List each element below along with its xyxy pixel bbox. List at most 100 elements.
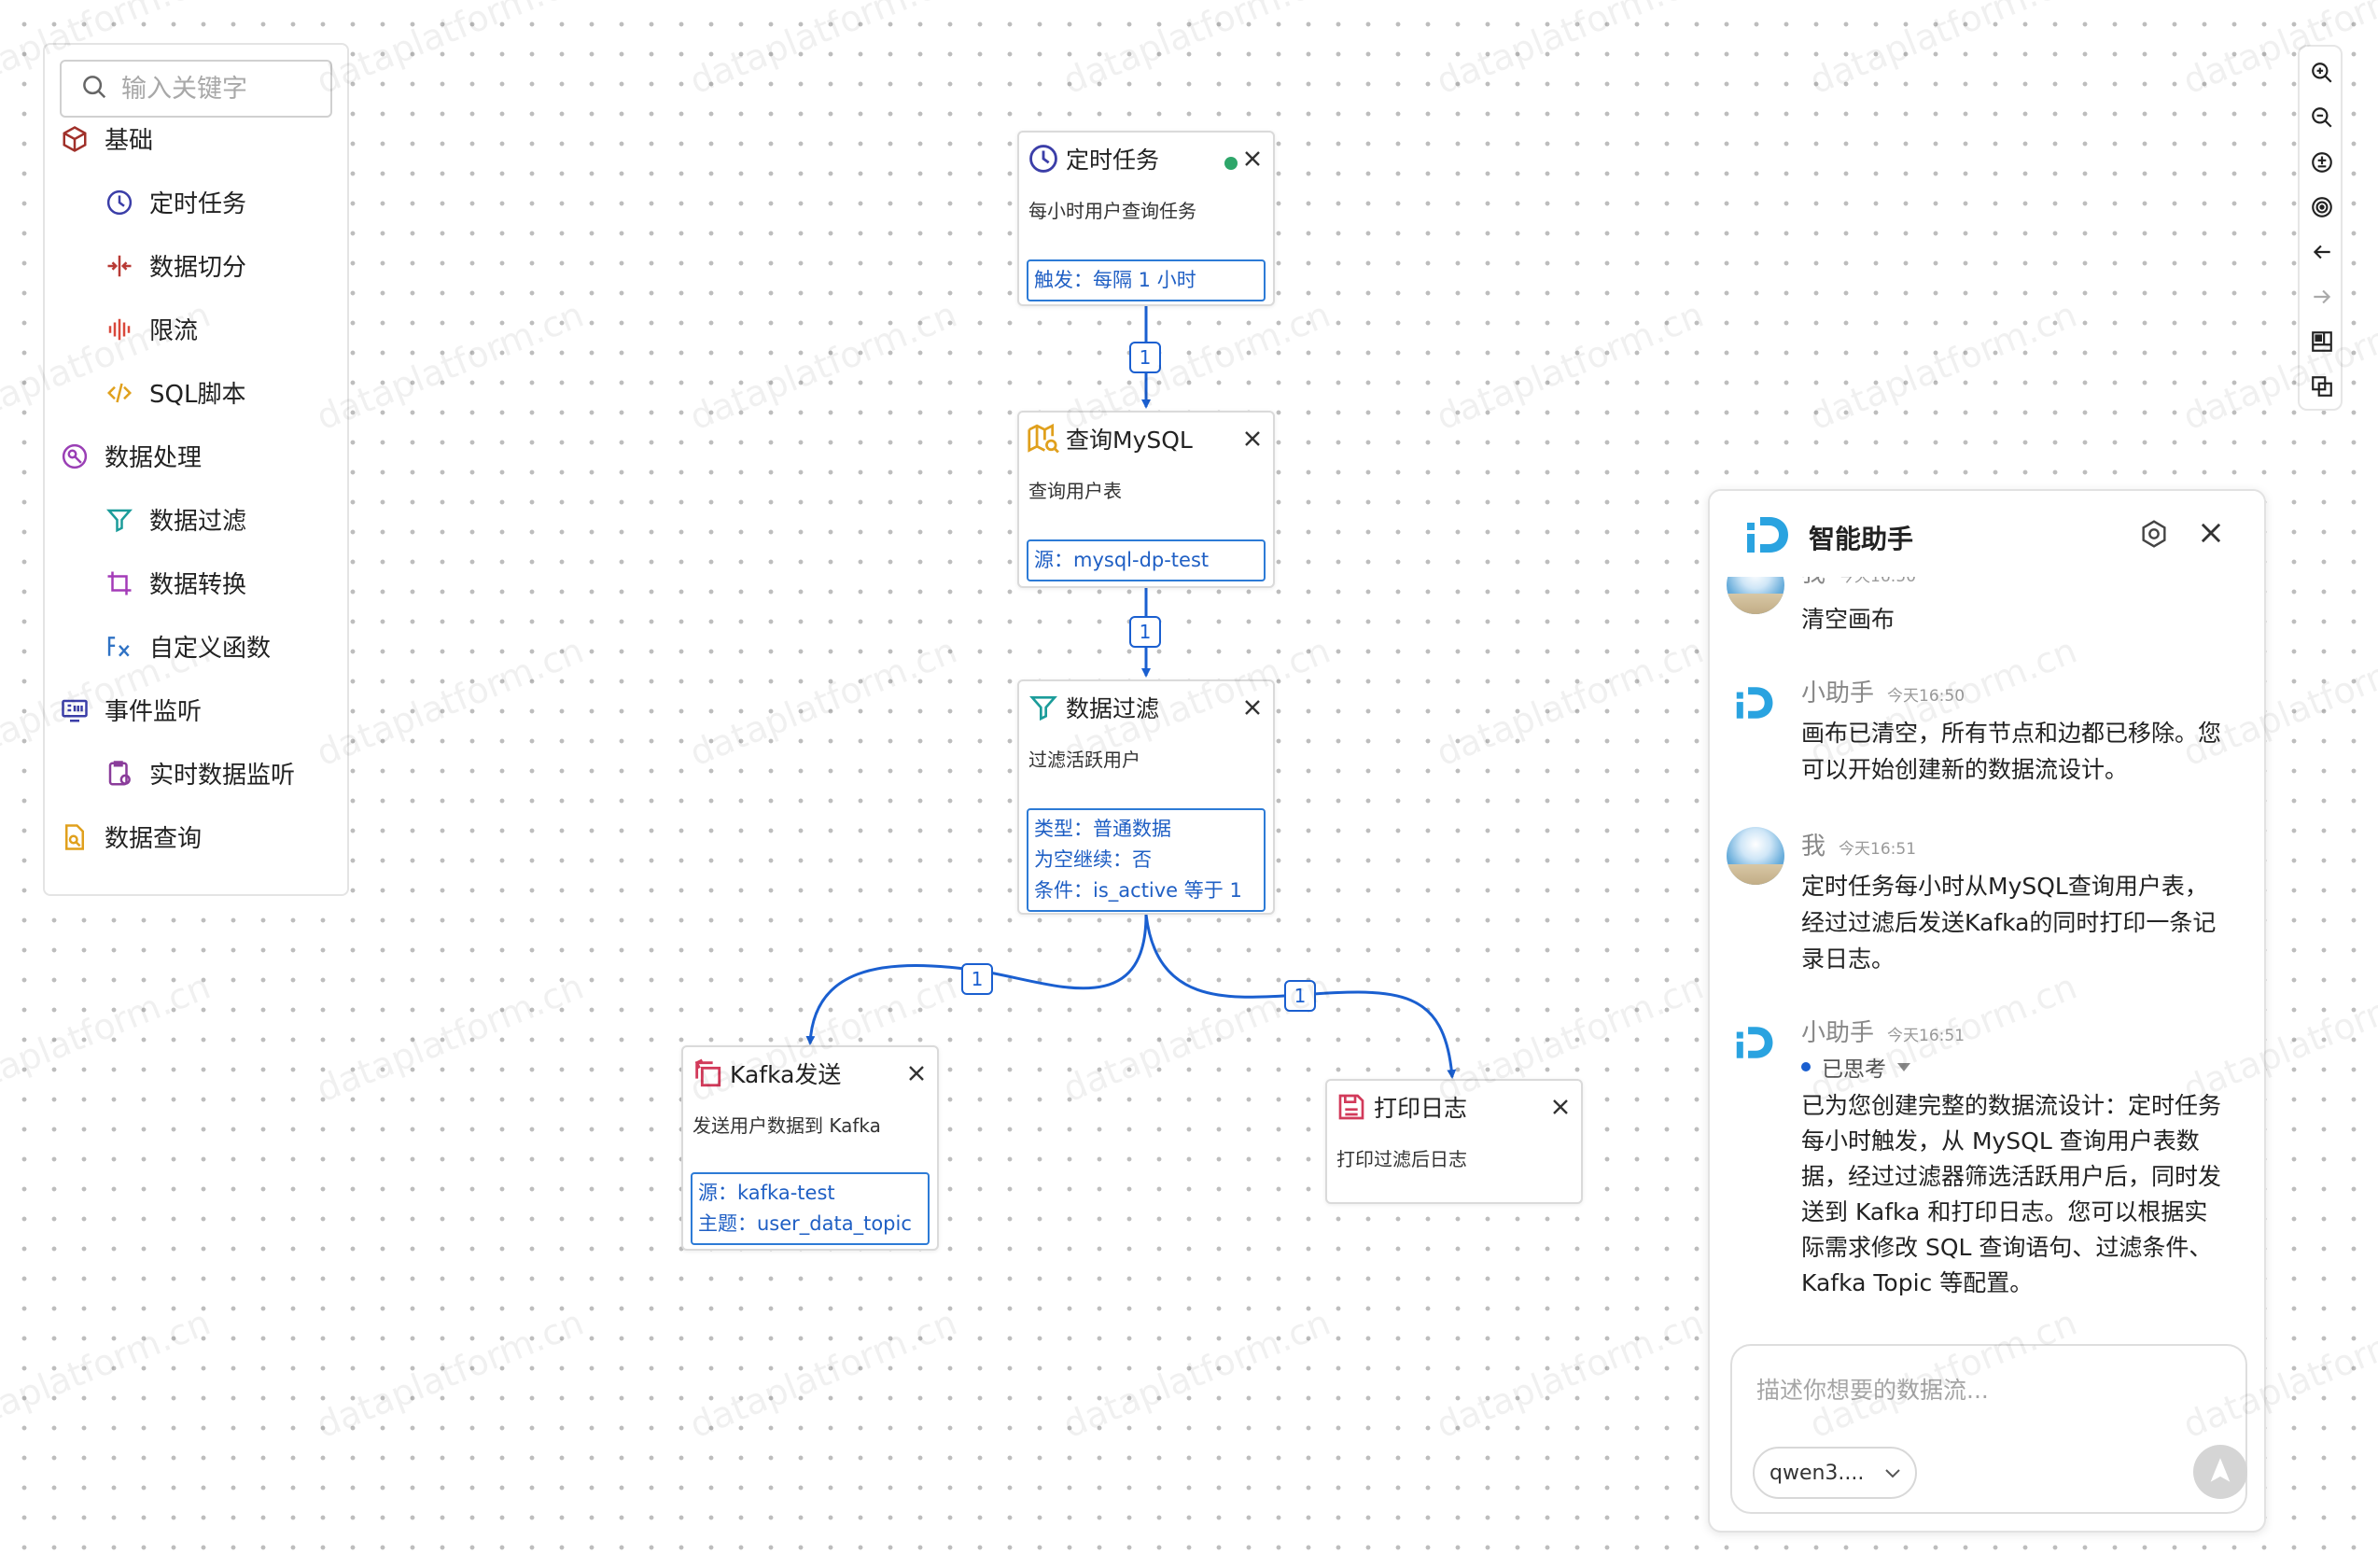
node-info: 触发：每隔 1 小时 bbox=[1027, 259, 1266, 301]
node-title: 数据过滤 bbox=[1066, 695, 1160, 722]
close-icon[interactable] bbox=[1239, 426, 1266, 452]
palette-category-label: 数据查询 bbox=[105, 825, 203, 853]
function-icon bbox=[103, 630, 136, 664]
node-info-line: 类型：普通数据 bbox=[1034, 818, 1171, 840]
message-text: 清空画布 bbox=[1801, 606, 1895, 633]
palette-item-sql-script[interactable]: SQL脚本 bbox=[103, 375, 245, 410]
palette-category-label: 数据处理 bbox=[105, 444, 203, 472]
fit-icon[interactable] bbox=[2307, 147, 2337, 177]
message-time: 今天16:50 bbox=[1887, 687, 1965, 706]
palette-item-timer[interactable]: 定时任务 bbox=[103, 185, 246, 219]
node-data-filter[interactable]: 数据过滤 过滤活跃用户 类型：普通数据 为空继续：否 条件：is_active … bbox=[1017, 679, 1275, 915]
zoom-out-icon[interactable] bbox=[2307, 103, 2337, 133]
node-info-line: 为空继续：否 bbox=[1034, 848, 1152, 871]
node-palette: 基础 定时任务 数据切分 限流 SQL脚本 数据处理 数据过滤 数据转换 自定义… bbox=[43, 43, 349, 896]
palette-item-filter[interactable]: 数据过滤 bbox=[103, 502, 246, 537]
model-select-value: qwen3.... bbox=[1770, 1461, 1865, 1485]
filter-icon bbox=[103, 503, 136, 537]
close-icon[interactable] bbox=[903, 1060, 930, 1086]
settings-icon[interactable] bbox=[2139, 519, 2169, 553]
node-description: 查询用户表 bbox=[1028, 480, 1122, 502]
cube-icon bbox=[58, 122, 91, 156]
node-info: 源：mysql-dp-test bbox=[1027, 539, 1266, 581]
search-box[interactable] bbox=[60, 60, 332, 118]
chat-input-box: qwen3.... bbox=[1730, 1344, 2247, 1514]
thought-toggle[interactable]: 已思考 bbox=[1801, 1051, 1910, 1083]
message-sender: 小助手 今天16:51 bbox=[1801, 1019, 1965, 1047]
node-title: 查询MySQL bbox=[1066, 427, 1193, 454]
monitor-icon bbox=[58, 693, 91, 727]
close-icon[interactable] bbox=[1547, 1094, 1574, 1120]
palette-category-label: 基础 bbox=[105, 127, 154, 155]
palette-item-label: 数据过滤 bbox=[149, 508, 247, 536]
palette-item-transform[interactable]: 数据转换 bbox=[103, 566, 246, 600]
palette-item-rate-limit[interactable]: 限流 bbox=[103, 312, 198, 346]
node-info: 类型：普通数据 为空继续：否 条件：is_active 等于 1 bbox=[1027, 808, 1266, 912]
undo-icon[interactable] bbox=[2307, 237, 2337, 267]
node-info-line: 源：mysql-dp-test bbox=[1034, 549, 1210, 571]
node-title: Kafka发送 bbox=[730, 1061, 842, 1088]
close-icon[interactable] bbox=[1239, 146, 1266, 172]
close-icon[interactable] bbox=[1239, 694, 1266, 721]
palette-item-label: 定时任务 bbox=[149, 190, 247, 218]
node-print-log[interactable]: 打印日志 打印过滤后日志 bbox=[1325, 1079, 1583, 1204]
copy-icon[interactable] bbox=[2307, 371, 2337, 401]
thought-dot bbox=[1801, 1062, 1811, 1071]
message-text: 已为您创建完整的数据流设计：定时任务每小时触发，从 MySQL 查询用户表数据，… bbox=[1801, 1092, 2222, 1296]
close-icon[interactable] bbox=[2199, 521, 2223, 549]
palette-item-split[interactable]: 数据切分 bbox=[103, 248, 246, 283]
node-description: 发送用户数据到 Kafka bbox=[692, 1114, 881, 1137]
palette-category-query[interactable]: 数据查询 bbox=[58, 819, 202, 854]
bot-avatar bbox=[1727, 674, 1784, 732]
save-icon bbox=[1335, 1090, 1368, 1124]
edge-label[interactable]: 1 bbox=[961, 963, 993, 995]
chevron-down-icon bbox=[1884, 1462, 1901, 1485]
palette-category-basic[interactable]: 基础 bbox=[58, 121, 153, 156]
node-description: 过滤活跃用户 bbox=[1028, 749, 1140, 771]
palette-category-processing[interactable]: 数据处理 bbox=[58, 439, 202, 473]
node-title: 定时任务 bbox=[1066, 147, 1160, 174]
send-icon bbox=[2207, 1456, 2233, 1488]
node-info-line: 源：kafka-test bbox=[698, 1182, 835, 1204]
edge-label[interactable]: 1 bbox=[1129, 616, 1161, 648]
send-button[interactable] bbox=[2193, 1445, 2247, 1499]
node-timer[interactable]: 定时任务 每小时用户查询任务 触发：每隔 1 小时 bbox=[1017, 131, 1275, 306]
status-dot bbox=[1224, 157, 1238, 170]
edge-label[interactable]: 1 bbox=[1284, 980, 1316, 1012]
map-search-icon bbox=[1027, 422, 1060, 455]
palette-item-realtime-listen[interactable]: 实时数据监听 bbox=[103, 756, 295, 791]
split-icon bbox=[103, 249, 136, 283]
minimap-icon[interactable] bbox=[2307, 327, 2337, 357]
node-kafka-send[interactable]: Kafka发送 发送用户数据到 Kafka 源：kafka-test 主题：us… bbox=[681, 1045, 939, 1251]
clock-icon bbox=[1027, 142, 1060, 175]
node-query-mysql[interactable]: 查询MySQL 查询用户表 源：mysql-dp-test bbox=[1017, 411, 1275, 588]
search-input[interactable] bbox=[121, 74, 308, 104]
node-title: 打印日志 bbox=[1374, 1095, 1468, 1122]
message-sender: 小助手 今天16:50 bbox=[1801, 679, 1965, 707]
palette-item-udf[interactable]: 自定义函数 bbox=[103, 629, 271, 664]
palette-category-events[interactable]: 事件监听 bbox=[58, 693, 202, 727]
palette-item-label: 自定义函数 bbox=[149, 635, 272, 663]
message-text: 定时任务每小时从MySQL查询用户表，经过过滤后发送Kafka的同时打印一条记录… bbox=[1801, 873, 2217, 973]
message-time: 今天16:51 bbox=[1839, 840, 1917, 859]
thought-label: 已思考 bbox=[1822, 1057, 1886, 1082]
assistant-logo-icon bbox=[1745, 513, 1792, 560]
chat-input[interactable] bbox=[1756, 1372, 2186, 1409]
edge-label[interactable]: 1 bbox=[1129, 342, 1161, 373]
palette-item-label: 数据转换 bbox=[149, 571, 247, 599]
zoom-in-icon[interactable] bbox=[2307, 58, 2337, 88]
model-select[interactable]: qwen3.... bbox=[1753, 1447, 1917, 1499]
bot-avatar bbox=[1727, 1014, 1784, 1071]
canvas-toolbar bbox=[2298, 45, 2343, 411]
node-info: 源：kafka-test 主题：user_data_topic bbox=[691, 1172, 930, 1245]
user-avatar bbox=[1727, 827, 1784, 885]
node-description: 每小时用户查询任务 bbox=[1028, 200, 1196, 222]
palette-item-label: 数据切分 bbox=[149, 254, 247, 282]
process-icon bbox=[58, 440, 91, 473]
assistant-panel: 智能助手 我今天16:50 清空画布 小助手今天16:50 画布已清空，所有节点… bbox=[1708, 489, 2266, 1533]
send-box-icon bbox=[691, 1057, 724, 1090]
clipboard-icon bbox=[103, 757, 136, 791]
redo-icon[interactable] bbox=[2307, 282, 2337, 312]
assistant-header: 智能助手 bbox=[1710, 491, 2264, 577]
center-icon[interactable] bbox=[2307, 192, 2337, 222]
